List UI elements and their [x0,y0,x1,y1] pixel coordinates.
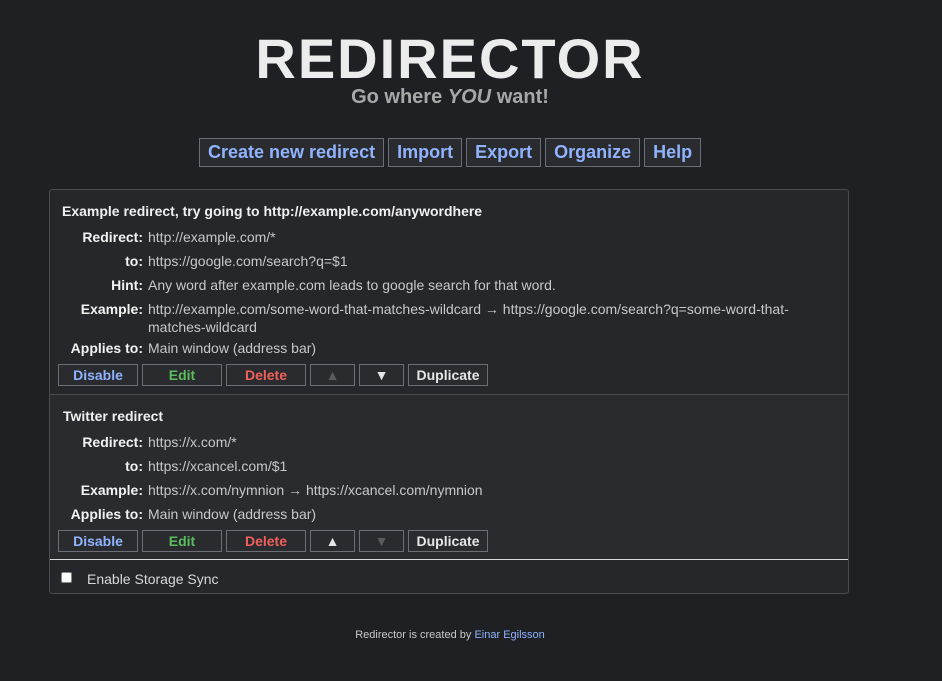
redirect-example: https://x.com/nymnion → https://xcancel.… [148,482,483,498]
export-button[interactable]: Export [466,138,542,167]
redirect-actions: Disable Edit Delete ▲ ▼ Duplicate [58,364,488,386]
delete-button[interactable]: Delete [226,364,306,386]
redirect-label: Redirect: [82,229,143,245]
duplicate-button[interactable]: Duplicate [408,364,488,386]
storage-sync: Enable Storage Sync [50,562,848,592]
subtitle-start: Go where [351,86,443,108]
move-down-button[interactable]: ▼ [359,364,404,386]
redirect-target: https://xcancel.com/$1 [148,458,288,474]
disable-button[interactable]: Disable [58,364,138,386]
duplicate-button[interactable]: Duplicate [408,530,488,552]
redirect-label: Redirect: [82,434,143,450]
example-label: Example: [80,482,143,498]
main-menu: Create new redirect Import Export Organi… [199,138,702,167]
edit-button[interactable]: Edit [142,530,222,552]
example-label: Example: [80,301,143,317]
hint-label: Hint: [111,277,143,293]
move-up-button[interactable]: ▲ [310,530,355,552]
subtitle-emphasis: YOU [447,86,492,108]
help-button[interactable]: Help [644,138,702,167]
import-button[interactable]: Import [388,138,463,167]
move-down-button: ▼ [359,530,404,552]
redirect-example: http://example.com/some-word-that-matche… [148,301,789,335]
app-subtitle: Go where YOU want! [0,87,900,107]
storage-sync-label[interactable]: Enable Storage Sync [87,571,219,587]
applies-label: Applies to: [70,506,143,522]
author-link[interactable]: Einar Egilsson [474,629,544,641]
applies-label: Applies to: [70,340,143,356]
app-title: REDIRECTOR [255,27,645,90]
redirect-pattern: https://x.com/* [148,434,237,450]
redirect-title: Twitter redirect [63,408,164,424]
redirect-item: Twitter redirect Redirect: https://x.com… [50,395,848,560]
subtitle-end: want! [496,86,549,108]
delete-button[interactable]: Delete [226,530,306,552]
storage-sync-checkbox[interactable] [61,572,72,583]
redirect-target: https://google.com/search?q=$1 [148,253,348,269]
organize-button[interactable]: Organize [545,138,641,167]
to-label: to: [125,458,143,474]
redirect-applies: Main window (address bar) [148,506,317,522]
move-up-button: ▲ [310,364,355,386]
footer: Redirector is created by Einar Egilsson [0,629,900,641]
disable-button[interactable]: Disable [58,530,138,552]
footer-text: Redirector is created by [355,629,472,641]
create-redirect-button[interactable]: Create new redirect [199,138,385,167]
to-label: to: [125,253,143,269]
redirect-item: Example redirect, try going to http://ex… [50,190,848,395]
redirect-pattern: http://example.com/* [148,229,276,245]
redirect-title: Example redirect, try going to http://ex… [62,203,483,219]
page-header: REDIRECTOR Go where YOU want! [0,27,900,108]
edit-button[interactable]: Edit [142,364,222,386]
redirect-applies: Main window (address bar) [148,340,317,356]
redirect-list: Example redirect, try going to http://ex… [49,189,849,594]
redirect-hint: Any word after example.com leads to goog… [148,277,556,293]
redirect-actions: Disable Edit Delete ▲ ▼ Duplicate [58,530,488,552]
